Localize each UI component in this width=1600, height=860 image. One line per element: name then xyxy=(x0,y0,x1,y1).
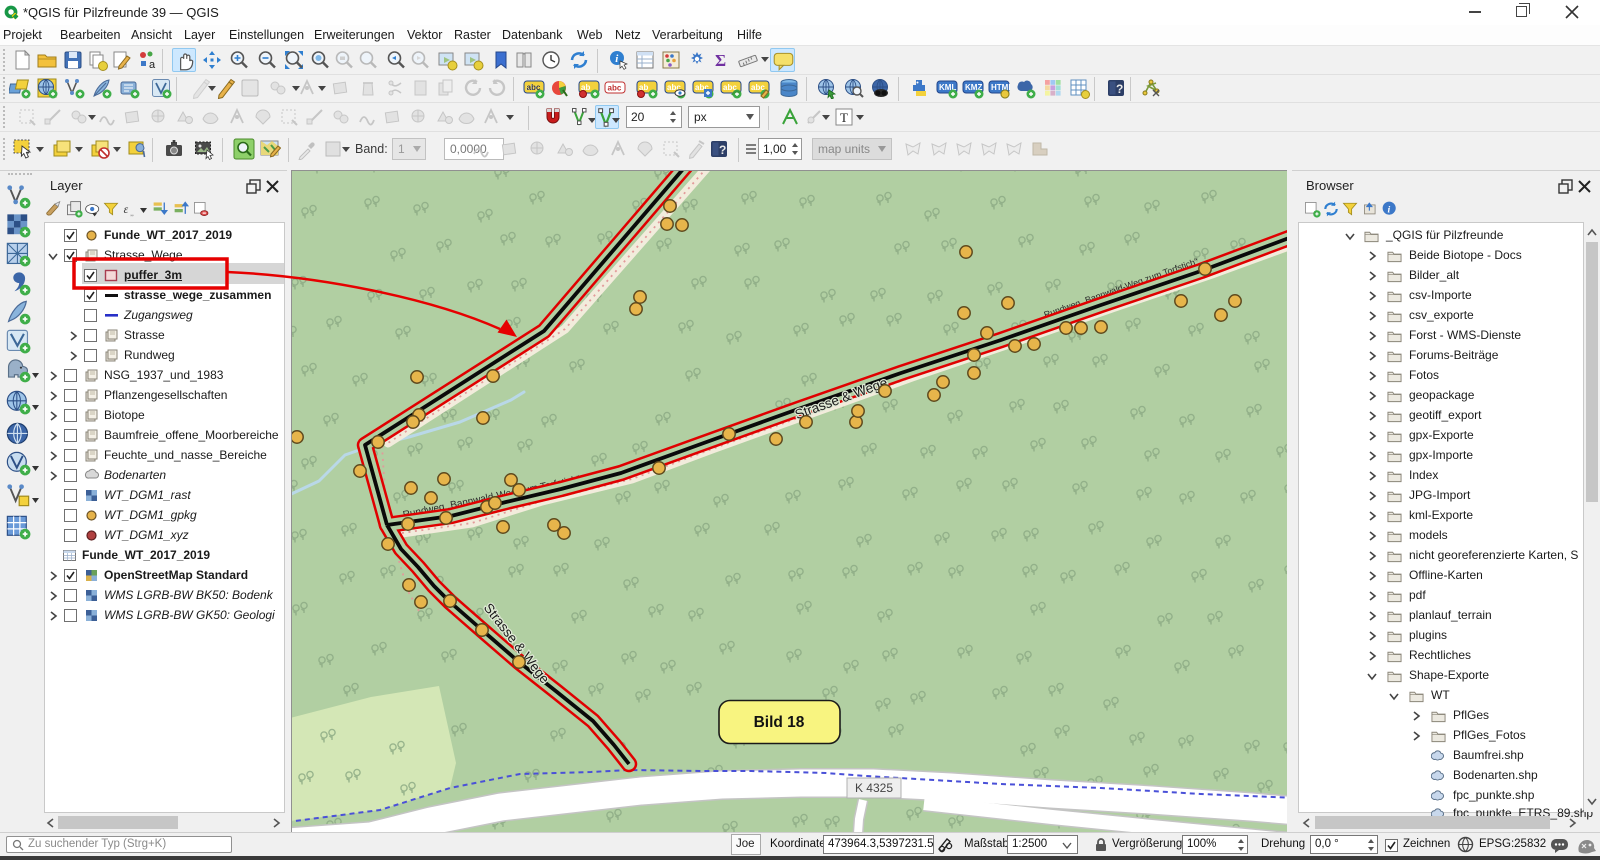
svg-text:i: i xyxy=(1388,204,1391,215)
svg-text:a: a xyxy=(149,59,156,71)
svg-text:Bild 18: Bild 18 xyxy=(754,714,805,731)
svg-text:Σ: Σ xyxy=(715,51,726,70)
svg-text:,,: ,, xyxy=(130,211,134,218)
svg-text:abc: abc xyxy=(527,83,541,92)
svg-text:abc: abc xyxy=(608,84,622,93)
svg-text:ε: ε xyxy=(124,204,129,216)
svg-text:?: ? xyxy=(1116,82,1123,96)
svg-text:?: ? xyxy=(719,143,726,157)
svg-text:T: T xyxy=(840,110,848,125)
svg-text:K 4325: K 4325 xyxy=(855,781,893,795)
